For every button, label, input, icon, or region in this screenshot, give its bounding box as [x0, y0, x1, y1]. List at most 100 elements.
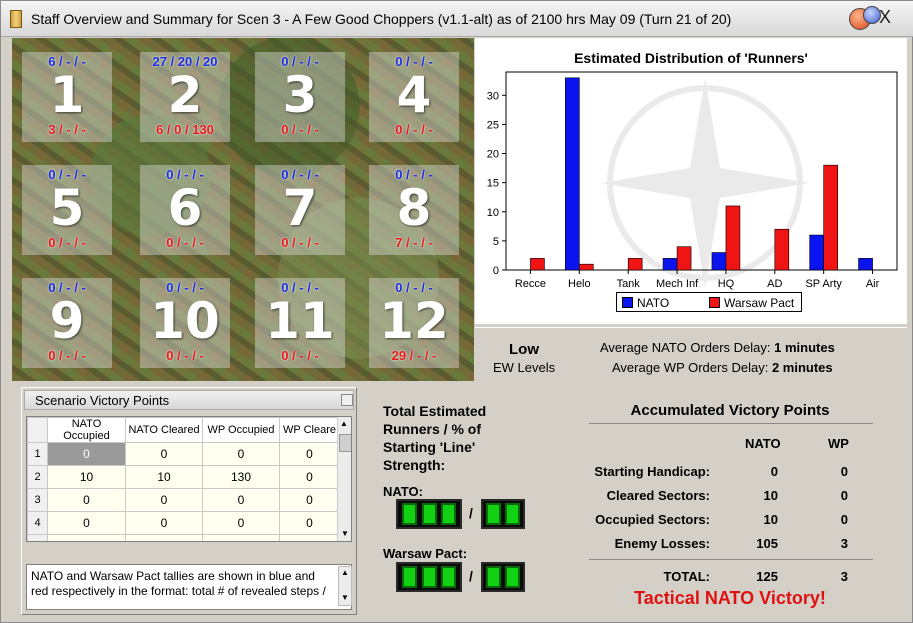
table-cell[interactable]: 0: [47, 511, 126, 535]
ew-level-label: EW Levels: [493, 360, 556, 375]
sector-wp-tally: 7 / - / -: [395, 235, 433, 250]
table-cell[interactable]: 0: [279, 511, 340, 535]
sector-wp-tally: 0 / - / -: [166, 348, 204, 363]
sector-1[interactable]: 16 / - / - 3 / - / -: [22, 52, 112, 142]
table-row[interactable]: 40000: [27, 511, 340, 535]
table-cell[interactable]: 0: [202, 442, 280, 466]
col-header-wp-occupied[interactable]: WP Occupied: [202, 417, 280, 443]
sector-10[interactable]: 10 0 / - / - 0 / - / -: [140, 278, 230, 368]
acc-col-nato: NATO: [745, 436, 781, 451]
y-tick-label: 30: [487, 90, 499, 102]
acc-row-wp: 0: [840, 488, 848, 503]
wp-orders-delay: Average WP Orders Delay: 2 minutes: [612, 360, 833, 375]
bar-nato: [662, 258, 678, 271]
wp-slash: /: [469, 568, 473, 584]
col-header-wp-cleared[interactable]: WP Cleare: [279, 417, 340, 443]
table-cell[interactable]: 0: [202, 534, 280, 541]
bar-wp: [579, 263, 594, 271]
sector-4[interactable]: 40 / - / - 0 / - / -: [369, 52, 459, 142]
table-cell[interactable]: 0: [279, 488, 340, 512]
vp-grid-scrollbar[interactable]: ▲ ▼: [337, 417, 351, 541]
sector-number: 2: [167, 66, 203, 124]
acc-row-nato: 10: [763, 488, 778, 503]
table-row[interactable]: 2 10 10 130 0: [27, 465, 340, 489]
sector-8[interactable]: 80 / - / - 7 / - / -: [369, 165, 459, 255]
vp-grid[interactable]: NATO Occupied NATO Cleared WP Occupied W…: [26, 416, 352, 542]
runners-nato-label: NATO:: [383, 484, 423, 499]
acc-row-nato: 0: [770, 464, 778, 479]
table-cell[interactable]: 10: [47, 465, 126, 489]
close-button[interactable]: X: [879, 6, 891, 28]
tally-note: NATO and Warsaw Pact tallies are shown i…: [26, 564, 352, 610]
sector-7[interactable]: 70 / - / - 0 / - / -: [255, 165, 345, 255]
table-cell[interactable]: 0: [125, 534, 203, 541]
sector-nato-tally: 0 / - / -: [281, 54, 319, 69]
table-cell[interactable]: 10: [125, 465, 203, 489]
table-cell[interactable]: 0: [47, 488, 126, 512]
sector-3[interactable]: 30 / - / - 0 / - / -: [255, 52, 345, 142]
sector-number: 11: [265, 292, 335, 350]
sector-5[interactable]: 50 / - / - 0 / - / -: [22, 165, 112, 255]
sector-wp-tally: 29 / - / -: [391, 348, 437, 363]
app-icon: [10, 10, 22, 28]
col-header-nato-cleared[interactable]: NATO Cleared: [125, 417, 203, 443]
y-tick-label: 15: [487, 178, 499, 190]
window-title: Staff Overview and Summary for Scen 3 - …: [31, 11, 732, 27]
row-header[interactable]: 4: [27, 511, 48, 535]
row-header[interactable]: 2: [27, 465, 48, 489]
scenario-victory-points-panel: Scenario Victory Points NATO Occupied NA…: [21, 387, 357, 615]
table-cell[interactable]: 0: [279, 465, 340, 489]
sector-9[interactable]: 90 / - / - 0 / - / -: [22, 278, 112, 368]
x-tick-label: Tank: [617, 278, 641, 290]
bar-wp: [627, 258, 643, 271]
sector-wp-tally: 0 / - / -: [281, 348, 319, 363]
table-cell[interactable]: 0: [125, 442, 203, 466]
sector-nato-tally: 0 / - / -: [395, 54, 433, 69]
note-scrollbar[interactable]: ▲ ▼: [338, 566, 352, 606]
acc-row-wp: 0: [840, 464, 848, 479]
sector-number: 8: [396, 179, 432, 237]
col-header-nato-occupied[interactable]: NATO Occupied: [47, 417, 126, 443]
acc-row-nato: 105: [756, 536, 778, 551]
row-header[interactable]: 1: [27, 442, 48, 466]
sector-11[interactable]: 11 0 / - / - 0 / - / -: [255, 278, 345, 368]
x-tick-label: Helo: [568, 278, 591, 290]
nato-delay-label: Average NATO Orders Delay:: [600, 340, 771, 355]
row-header[interactable]: 3: [27, 488, 48, 512]
table-cell[interactable]: 0: [279, 442, 340, 466]
table-cell[interactable]: 0: [47, 534, 126, 541]
table-cell[interactable]: 0: [279, 534, 340, 541]
table-cell[interactable]: 0: [125, 488, 203, 512]
table-row[interactable]: 30000: [27, 488, 340, 512]
legend-label-nato: NATO: [637, 296, 670, 310]
y-tick-label: 10: [487, 207, 499, 219]
table-cell[interactable]: 0: [47, 442, 126, 466]
bar-wp: [676, 246, 692, 271]
sector-12[interactable]: 12 0 / - / - 29 / - / -: [369, 278, 459, 368]
sector-2[interactable]: 2 27 / 20 / 20 6 / 0 / 130: [140, 52, 230, 142]
sector-wp-tally: 0 / - / -: [166, 235, 204, 250]
row-header[interactable]: 5: [27, 534, 48, 541]
sector-wp-tally: 0 / - / -: [281, 122, 319, 137]
table-cell[interactable]: 0: [125, 511, 203, 535]
x-tick-label: Mech Inf: [656, 278, 699, 290]
scroll-thumb[interactable]: [339, 434, 351, 452]
bar-nato: [565, 77, 580, 271]
accumulated-victory-points: Accumulated Victory Points NATO WP Start…: [553, 384, 907, 617]
table-cell[interactable]: 0: [202, 511, 280, 535]
vp-panel-toggle[interactable]: [341, 394, 353, 406]
bar-wp: [530, 258, 545, 271]
table-cell[interactable]: 130: [202, 465, 280, 489]
table-cell[interactable]: 0: [202, 488, 280, 512]
sector-6[interactable]: 60 / - / - 0 / - / -: [140, 165, 230, 255]
sector-number: 10: [150, 292, 220, 350]
note-scroll-up-arrow[interactable]: ▲: [341, 568, 349, 577]
acc-row-label: Occupied Sectors:: [595, 512, 710, 527]
note-scroll-down-arrow[interactable]: ▼: [341, 593, 349, 602]
title-bar[interactable]: Staff Overview and Summary for Scen 3 - …: [1, 1, 913, 37]
scroll-up-arrow[interactable]: ▲: [340, 419, 348, 428]
table-row[interactable]: 50000: [27, 534, 340, 541]
table-row[interactable]: 10000: [27, 442, 340, 466]
y-tick-label: 20: [487, 149, 499, 161]
scroll-down-arrow[interactable]: ▼: [341, 529, 349, 538]
